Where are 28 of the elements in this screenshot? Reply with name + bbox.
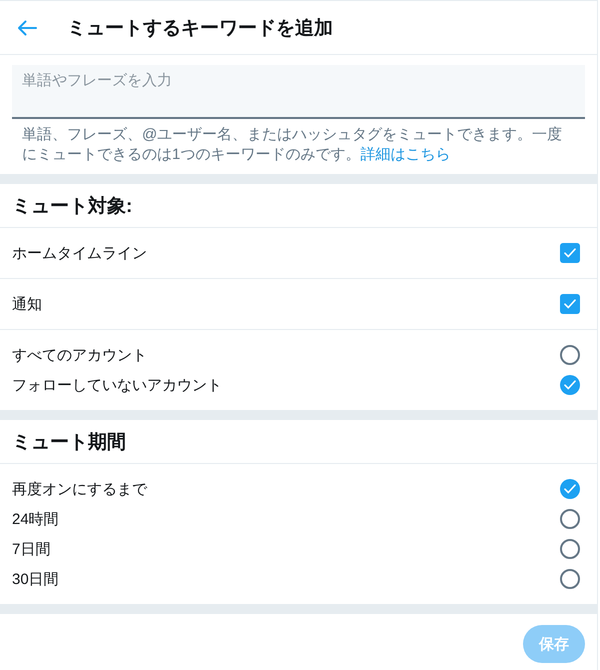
checkbox[interactable] — [560, 243, 580, 263]
keyword-input-field[interactable]: 単語やフレーズを入力 — [12, 65, 585, 119]
radio-button[interactable] — [560, 539, 580, 559]
checkmark-icon — [564, 248, 576, 258]
option-label: 再度オンにするまで — [12, 480, 147, 498]
option-label: 30日間 — [12, 570, 59, 588]
radio-button[interactable] — [560, 375, 580, 395]
option-label: ホームタイムライン — [12, 244, 147, 262]
option-label: 通知 — [12, 294, 42, 314]
checkmark-icon — [564, 484, 576, 494]
section-heading: ミュート期間 — [0, 420, 597, 464]
help-text: 単語、フレーズ、@ユーザー名、またはハッシュタグをミュートできます。一度にミュートできるのは1つのキーワードのみです。詳細はこちら — [21, 125, 564, 165]
checkbox[interactable] — [560, 294, 580, 314]
option-label: フォローしていないアカウント — [12, 376, 222, 394]
radio-button[interactable] — [560, 569, 580, 589]
details-link[interactable]: 詳細はこちら — [360, 146, 450, 163]
page-title: ミュートするキーワードを追加 — [67, 16, 333, 40]
radio-button[interactable] — [560, 345, 580, 365]
checkmark-icon — [564, 299, 576, 309]
option-label: すべてのアカウント — [12, 346, 147, 364]
back-button[interactable] — [17, 18, 37, 38]
radio-button[interactable] — [560, 509, 580, 529]
radio-button[interactable] — [560, 479, 580, 499]
checkmark-icon — [564, 380, 576, 390]
back-arrow-icon — [17, 18, 37, 38]
option-label: 24時間 — [12, 510, 59, 528]
option-label: 7日間 — [12, 540, 50, 558]
section-heading: ミュート対象: — [0, 184, 597, 228]
